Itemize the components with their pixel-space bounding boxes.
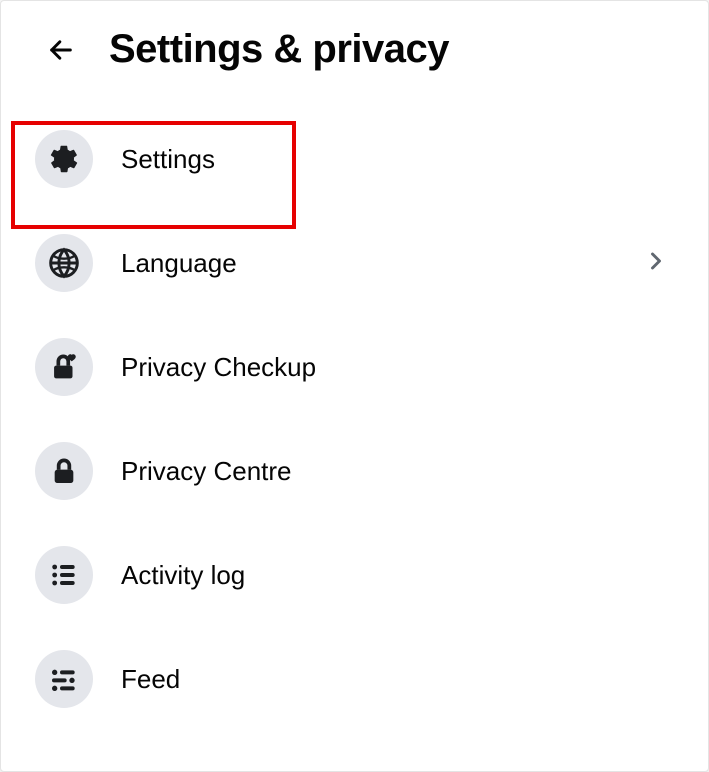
panel-header: Settings & privacy — [19, 17, 690, 96]
menu-list: Settings Language — [19, 96, 690, 714]
menu-item-privacy-centre[interactable]: Privacy Centre — [27, 436, 690, 506]
lock-heart-icon — [35, 338, 93, 396]
menu-item-activity-log[interactable]: Activity log — [27, 540, 690, 610]
menu-item-settings[interactable]: Settings — [27, 124, 690, 194]
menu-item-label: Privacy Centre — [121, 456, 682, 487]
gear-icon — [35, 130, 93, 188]
back-button[interactable] — [43, 32, 79, 68]
chevron-right-icon — [642, 247, 670, 280]
menu-item-label: Activity log — [121, 560, 682, 591]
menu-item-language[interactable]: Language — [27, 228, 690, 298]
lock-icon — [35, 442, 93, 500]
feed-icon — [35, 650, 93, 708]
menu-item-label: Settings — [121, 144, 682, 175]
back-arrow-icon — [47, 36, 75, 64]
menu-item-label: Feed — [121, 664, 682, 695]
page-title: Settings & privacy — [109, 27, 449, 72]
settings-privacy-panel: Settings & privacy Settings Langua — [0, 0, 709, 772]
menu-item-label: Language — [121, 248, 614, 279]
menu-item-privacy-checkup[interactable]: Privacy Checkup — [27, 332, 690, 402]
list-icon — [35, 546, 93, 604]
globe-icon — [35, 234, 93, 292]
menu-item-label: Privacy Checkup — [121, 352, 682, 383]
menu-item-feed[interactable]: Feed — [27, 644, 690, 714]
